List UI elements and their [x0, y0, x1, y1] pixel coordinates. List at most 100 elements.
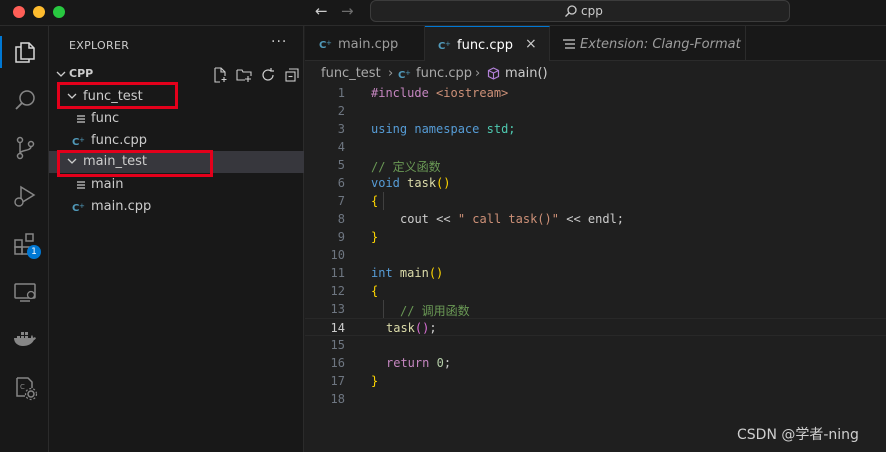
code-token: std; [486, 122, 516, 136]
code-token: namespace [414, 122, 480, 136]
watermark: CSDN @学者-ning [737, 427, 859, 443]
source-control-activity[interactable] [0, 128, 49, 168]
breadcrumb-file[interactable]: func.cpp [416, 66, 472, 81]
code-token: () [436, 176, 451, 190]
tab-main-cpp[interactable]: C + main.cpp [305, 26, 425, 61]
run-debug-activity[interactable] [0, 176, 49, 216]
maximize-window-button[interactable] [53, 6, 65, 18]
code-token: () [414, 321, 430, 335]
code-token: // 定义函数 [371, 160, 441, 174]
line-number: 15 [330, 338, 345, 352]
tab-func-cpp[interactable]: C + func.cpp × [425, 26, 550, 61]
code-line: 6 void task() [305, 174, 886, 192]
code-token: task [407, 176, 437, 190]
code-token: } [371, 230, 379, 244]
line-number: 6 [337, 176, 345, 190]
code-line: 12 { [305, 282, 886, 300]
editor-tabs: C + main.cpp C + func.cpp × Extension: Cla… [305, 26, 886, 61]
line-number: 16 [330, 356, 345, 370]
cmake-activity[interactable]: C [0, 368, 49, 408]
close-window-button[interactable] [13, 6, 25, 18]
cmake-gear-icon: C [15, 377, 37, 401]
file-func-label: func [91, 111, 120, 126]
breadcrumb-separator: › [475, 66, 481, 81]
new-file-button[interactable] [211, 66, 229, 84]
cpp-file-icon: C + [72, 200, 86, 214]
code-line: 11 int main() [305, 264, 886, 282]
line-number: 5 [337, 158, 345, 172]
highlight-box-main-test [57, 150, 213, 177]
cpp-file-icon: C + [319, 39, 332, 50]
tab-func-cpp-label: func.cpp [457, 38, 513, 53]
docker-activity[interactable] [0, 320, 49, 360]
code-token: () [428, 266, 444, 280]
back-arrow-icon[interactable]: ← [315, 2, 328, 20]
code-line: 5 // 定义函数 [305, 156, 886, 174]
code-token: endl; [587, 212, 625, 226]
breadcrumb-folder[interactable]: func_test [321, 66, 381, 81]
line-number: 4 [337, 140, 345, 154]
breadcrumb-symbol[interactable]: main() [505, 66, 548, 81]
run-debug-icon [13, 185, 35, 207]
close-icon[interactable]: × [525, 36, 537, 52]
code-line: 16 return 0; [305, 354, 886, 372]
svg-text:+: + [79, 202, 85, 210]
line-number: 14 [330, 321, 345, 335]
code-token: task [386, 321, 415, 335]
tab-main-cpp-label: main.cpp [338, 37, 399, 52]
search-icon [565, 5, 577, 17]
title-bar: ← → cpp [0, 0, 886, 26]
extensions-activity[interactable]: 1 [0, 224, 49, 264]
code-line: 9 } [305, 228, 886, 246]
file-func[interactable]: func [49, 108, 304, 130]
cpp-file-icon: C + [72, 134, 86, 148]
svg-text:+: + [79, 136, 85, 144]
remote-explorer-activity[interactable] [0, 272, 49, 312]
line-number: 11 [330, 266, 345, 280]
line-number: 13 [330, 302, 345, 316]
line-number: 10 [330, 248, 345, 262]
code-line: 10 [305, 246, 886, 264]
explorer-activity[interactable] [0, 32, 49, 72]
source-control-icon [16, 136, 34, 160]
search-activity[interactable] [0, 80, 49, 120]
line-number: 17 [330, 374, 345, 388]
extension-page-icon [563, 39, 575, 49]
line-number: 7 [337, 194, 345, 208]
code-token: } [371, 374, 379, 388]
minimize-window-button[interactable] [33, 6, 45, 18]
plain-file-icon [74, 112, 88, 126]
code-token: void [371, 176, 400, 190]
file-func-cpp[interactable]: C + func.cpp [49, 130, 304, 152]
code-line: 8 cout << " call task()" << endl; [305, 210, 886, 228]
line-number: 12 [330, 284, 345, 298]
code-token: " call task()" [457, 212, 559, 226]
new-file-icon [214, 67, 227, 83]
activity-bar: 1 C [0, 26, 49, 452]
new-folder-button[interactable] [235, 66, 253, 84]
file-main[interactable]: main [49, 174, 304, 196]
command-center-search[interactable]: cpp [370, 0, 790, 22]
code-token: 0 [436, 356, 444, 370]
code-line: 13 // 调用函数 [305, 300, 886, 318]
extensions-badge: 1 [27, 245, 41, 259]
more-actions-button[interactable]: ··· [271, 34, 287, 50]
collapse-all-icon [285, 68, 299, 82]
svg-text:+: + [326, 39, 332, 47]
refresh-button[interactable] [259, 66, 277, 84]
code-token: ; [429, 321, 437, 335]
line-number: 1 [337, 86, 345, 100]
code-line-current: 14 task(); [305, 318, 886, 336]
tab-extension-clang-format[interactable]: Extension: Clang-Format [550, 26, 746, 61]
code-editor[interactable]: 1 #include <iostream> 2 3 using namespac… [305, 84, 886, 452]
file-main-label: main [91, 177, 124, 192]
forward-arrow-icon[interactable]: → [341, 2, 354, 20]
svg-text:C: C [20, 383, 25, 391]
code-token: ; [443, 356, 452, 370]
chevron-down-icon [56, 71, 66, 77]
collapse-all-button[interactable] [283, 66, 301, 84]
tab-extension-label: Extension: Clang-Format [580, 37, 741, 52]
code-line: 15 [305, 336, 886, 354]
command-center-text: cpp [581, 4, 603, 18]
file-main-cpp[interactable]: C + main.cpp [49, 196, 304, 218]
